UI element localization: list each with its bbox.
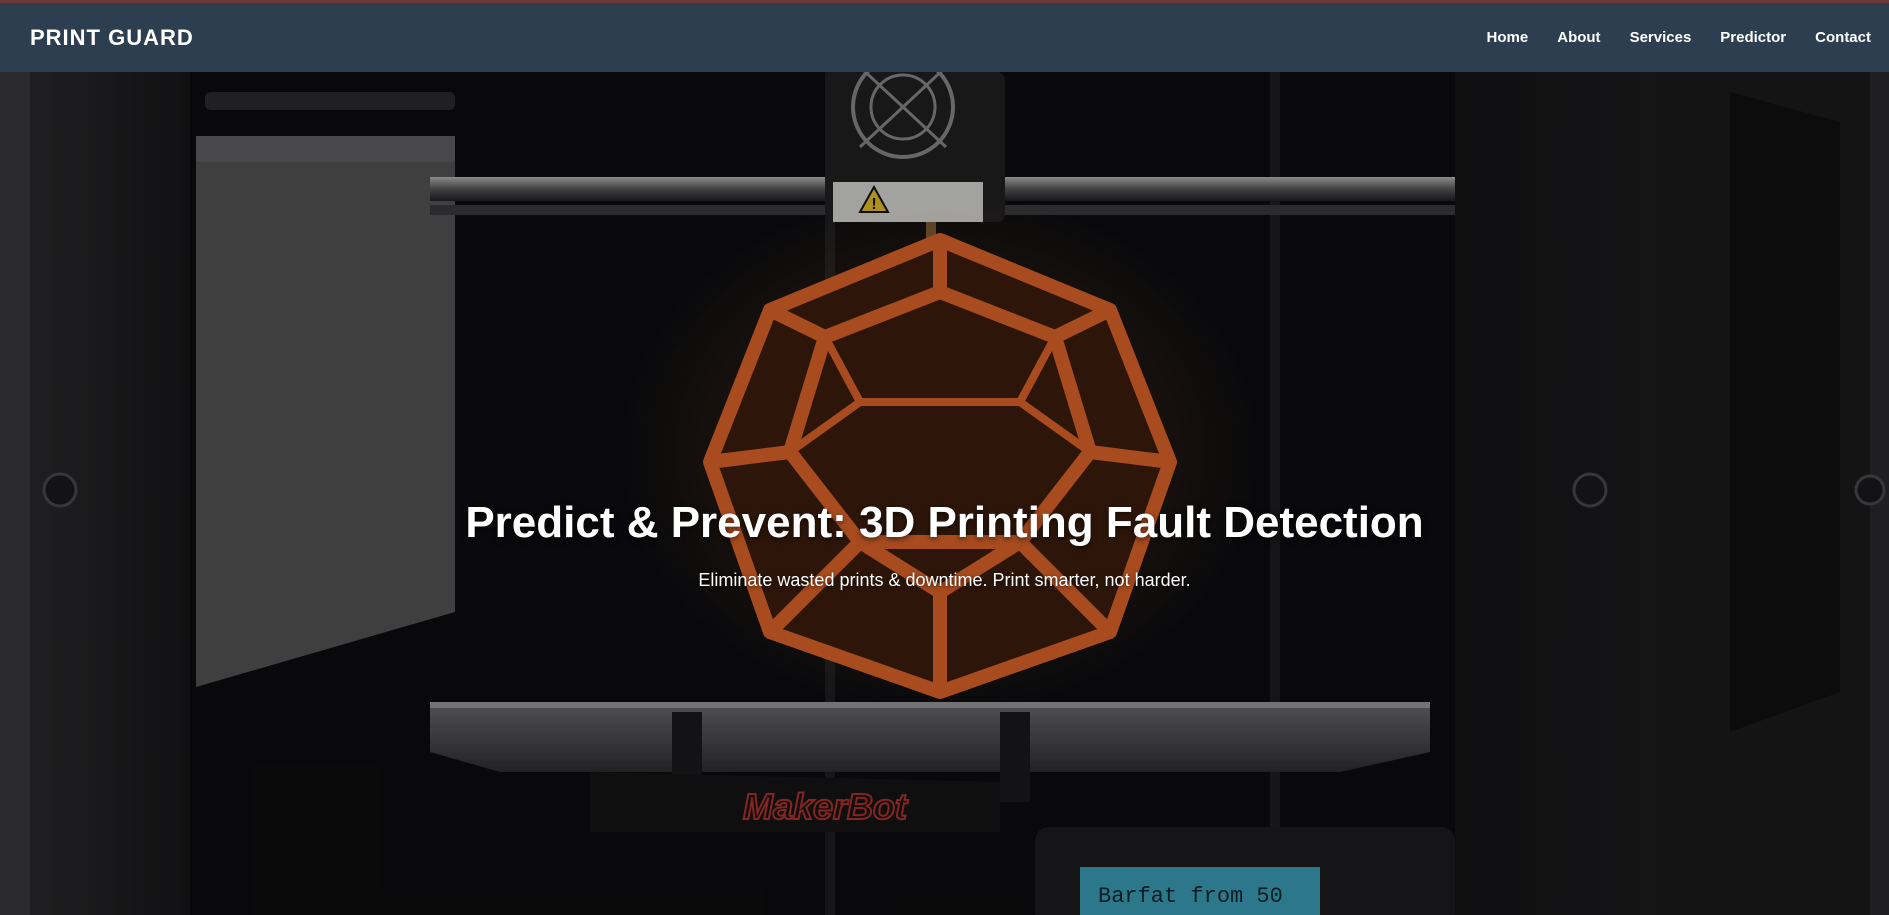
nav-link-predictor[interactable]: Predictor (1720, 29, 1786, 46)
hero-overlay (0, 72, 1889, 915)
navbar: PRINT GUARD Home About Services Predicto… (0, 3, 1889, 72)
nav-link-home[interactable]: Home (1487, 29, 1529, 46)
hero-title: Predict & Prevent: 3D Printing Fault Det… (465, 498, 1424, 547)
page: PRINT GUARD Home About Services Predicto… (0, 0, 1889, 915)
brand-logo[interactable]: PRINT GUARD (30, 25, 194, 51)
nav-link-services[interactable]: Services (1630, 29, 1692, 46)
hero-subtitle: Eliminate wasted prints & downtime. Prin… (698, 570, 1191, 590)
hero-section: ! (0, 72, 1889, 915)
nav-links: Home About Services Predictor Contact (1487, 29, 1871, 46)
hero-content: Predict & Prevent: 3D Printing Fault Det… (0, 498, 1889, 591)
nav-link-about[interactable]: About (1557, 29, 1600, 46)
nav-link-contact[interactable]: Contact (1815, 29, 1871, 46)
